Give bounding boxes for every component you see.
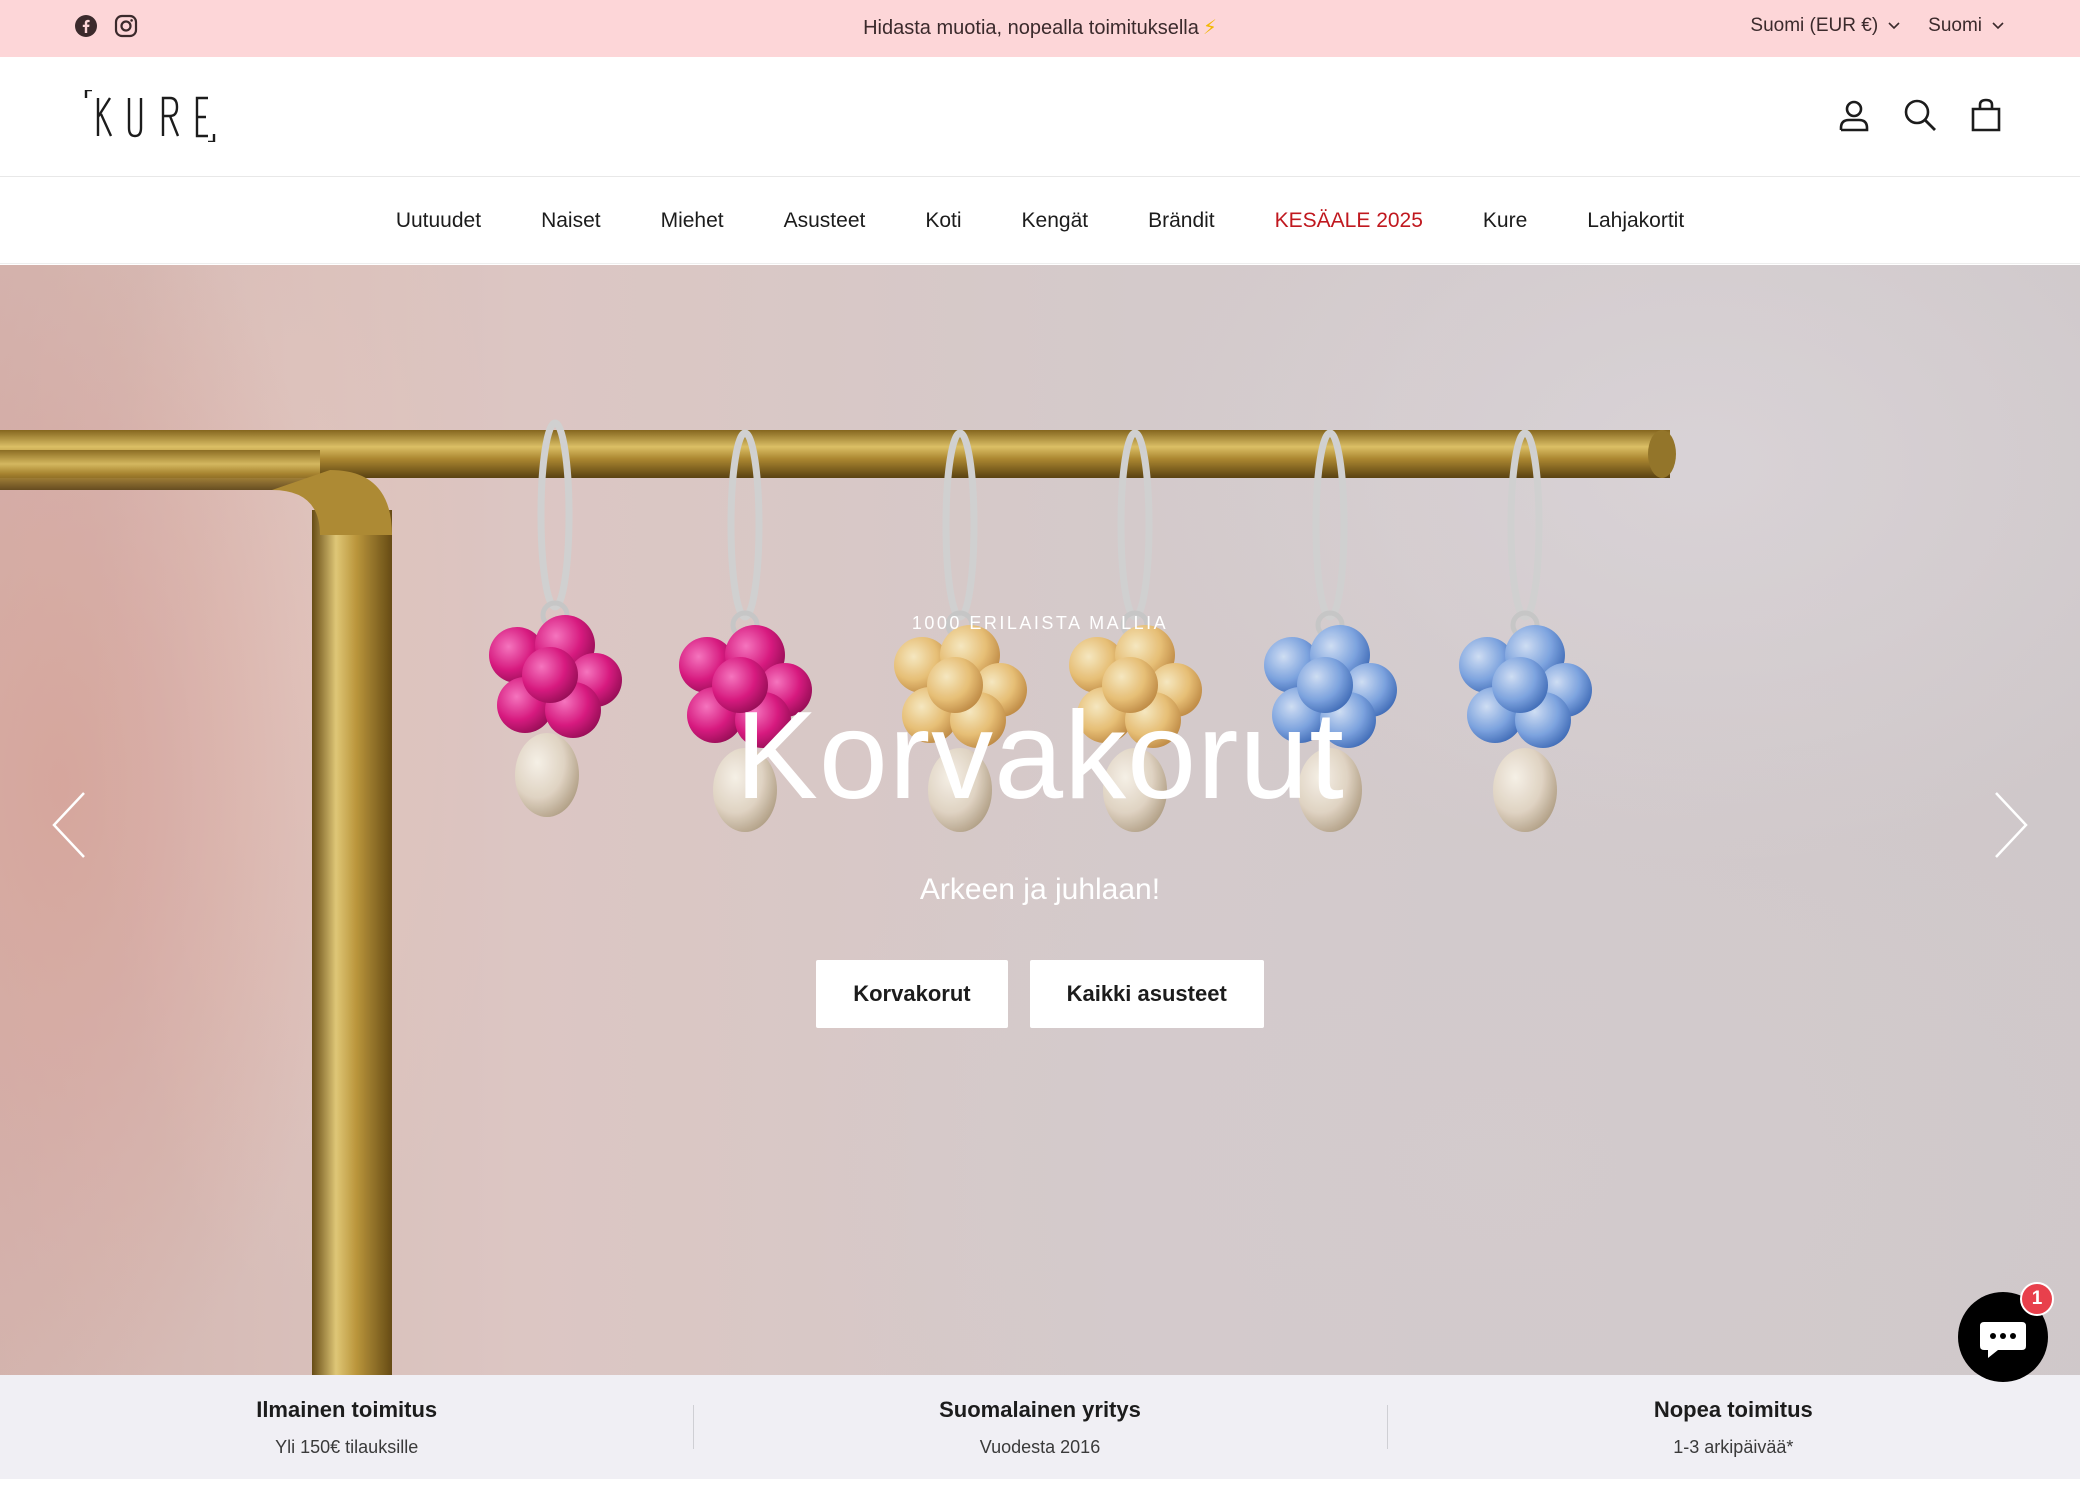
site-header xyxy=(0,57,2080,177)
chevron-right-icon xyxy=(1995,792,2028,858)
nav-item-naiset[interactable]: Naiset xyxy=(541,209,601,233)
korvakorut-button[interactable]: Korvakorut xyxy=(816,960,1008,1028)
language-selector-label: Suomi xyxy=(1928,15,1982,36)
chevron-down-icon xyxy=(1992,22,2004,30)
feature-subtitle: 1-3 arkipäivää* xyxy=(1673,1437,1794,1457)
feature-finnish-company: Suomalainen yritys Vuodesta 2016 xyxy=(693,1375,1386,1479)
nav-item-kesaale[interactable]: KESÄALE 2025 xyxy=(1275,209,1423,233)
feature-title: Ilmainen toimitus xyxy=(256,1397,438,1422)
nav-item-uutuudet[interactable]: Uutuudet xyxy=(396,209,481,233)
feature-subtitle: Vuodesta 2016 xyxy=(979,1437,1101,1457)
feature-title: Suomalainen yritys xyxy=(939,1397,1141,1422)
kure-logo[interactable] xyxy=(84,88,216,144)
main-nav: Uutuudet Naiset Miehet Asusteet Koti Ken… xyxy=(0,178,2080,264)
nav-item-kengat[interactable]: Kengät xyxy=(1022,209,1089,233)
chevron-down-icon xyxy=(1888,22,1900,30)
hero-slide: 1000 ERILAISTA MALLIA Korvakorut Arkeen … xyxy=(0,265,2080,1375)
feature-free-shipping: Ilmainen toimitus Yli 150€ tilauksille xyxy=(0,1375,693,1479)
chat-notification-badge: 1 xyxy=(2020,1282,2054,1316)
feature-subtitle: Yli 150€ tilauksille xyxy=(275,1437,419,1457)
nav-item-asusteet[interactable]: Asusteet xyxy=(784,209,866,233)
nav-item-miehet[interactable]: Miehet xyxy=(661,209,724,233)
nav-item-kure[interactable]: Kure xyxy=(1483,209,1527,233)
next-slide-button[interactable] xyxy=(1990,790,2030,860)
nav-item-brandit[interactable]: Brändit xyxy=(1148,209,1215,233)
feature-title: Nopea toimitus xyxy=(1653,1397,1813,1422)
account-icon[interactable] xyxy=(1836,97,1872,133)
currency-selector[interactable]: Suomi (EUR €) xyxy=(1750,15,1900,37)
announcement-bar: Hidasta muotia, nopealla toimituksella ⚡ … xyxy=(0,0,2080,57)
header-icons xyxy=(1836,97,2004,133)
hero-eyebrow: 1000 ERILAISTA MALLIA xyxy=(911,613,1169,633)
hero-headline: Korvakorut xyxy=(735,687,1345,825)
chat-widget-button[interactable]: 1 xyxy=(1958,1282,2054,1382)
currency-selector-label: Suomi (EUR €) xyxy=(1750,15,1879,36)
lightning-icon: ⚡ xyxy=(1202,17,1217,39)
feature-strip: Ilmainen toimitus Yli 150€ tilauksille S… xyxy=(0,1375,2080,1479)
nav-item-koti[interactable]: Koti xyxy=(925,209,961,233)
previous-slide-button[interactable] xyxy=(50,790,90,860)
language-selector[interactable]: Suomi xyxy=(1928,15,2004,37)
all-accessories-button[interactable]: Kaikki asusteet xyxy=(1029,960,1264,1028)
hero-subheading: Arkeen ja juhlaan! xyxy=(919,873,1161,906)
feature-fast-delivery: Nopea toimitus 1-3 arkipäivää* xyxy=(1386,1375,2080,1479)
nav-item-lahjakortit[interactable]: Lahjakortit xyxy=(1587,209,1684,233)
chevron-left-icon xyxy=(52,792,85,858)
hero-buttons: Korvakorut Kaikki asusteet xyxy=(0,960,2080,1028)
locale-selectors: Suomi (EUR €) Suomi xyxy=(1750,15,2004,37)
cart-icon[interactable] xyxy=(1968,97,2004,133)
search-icon[interactable] xyxy=(1902,97,1938,133)
